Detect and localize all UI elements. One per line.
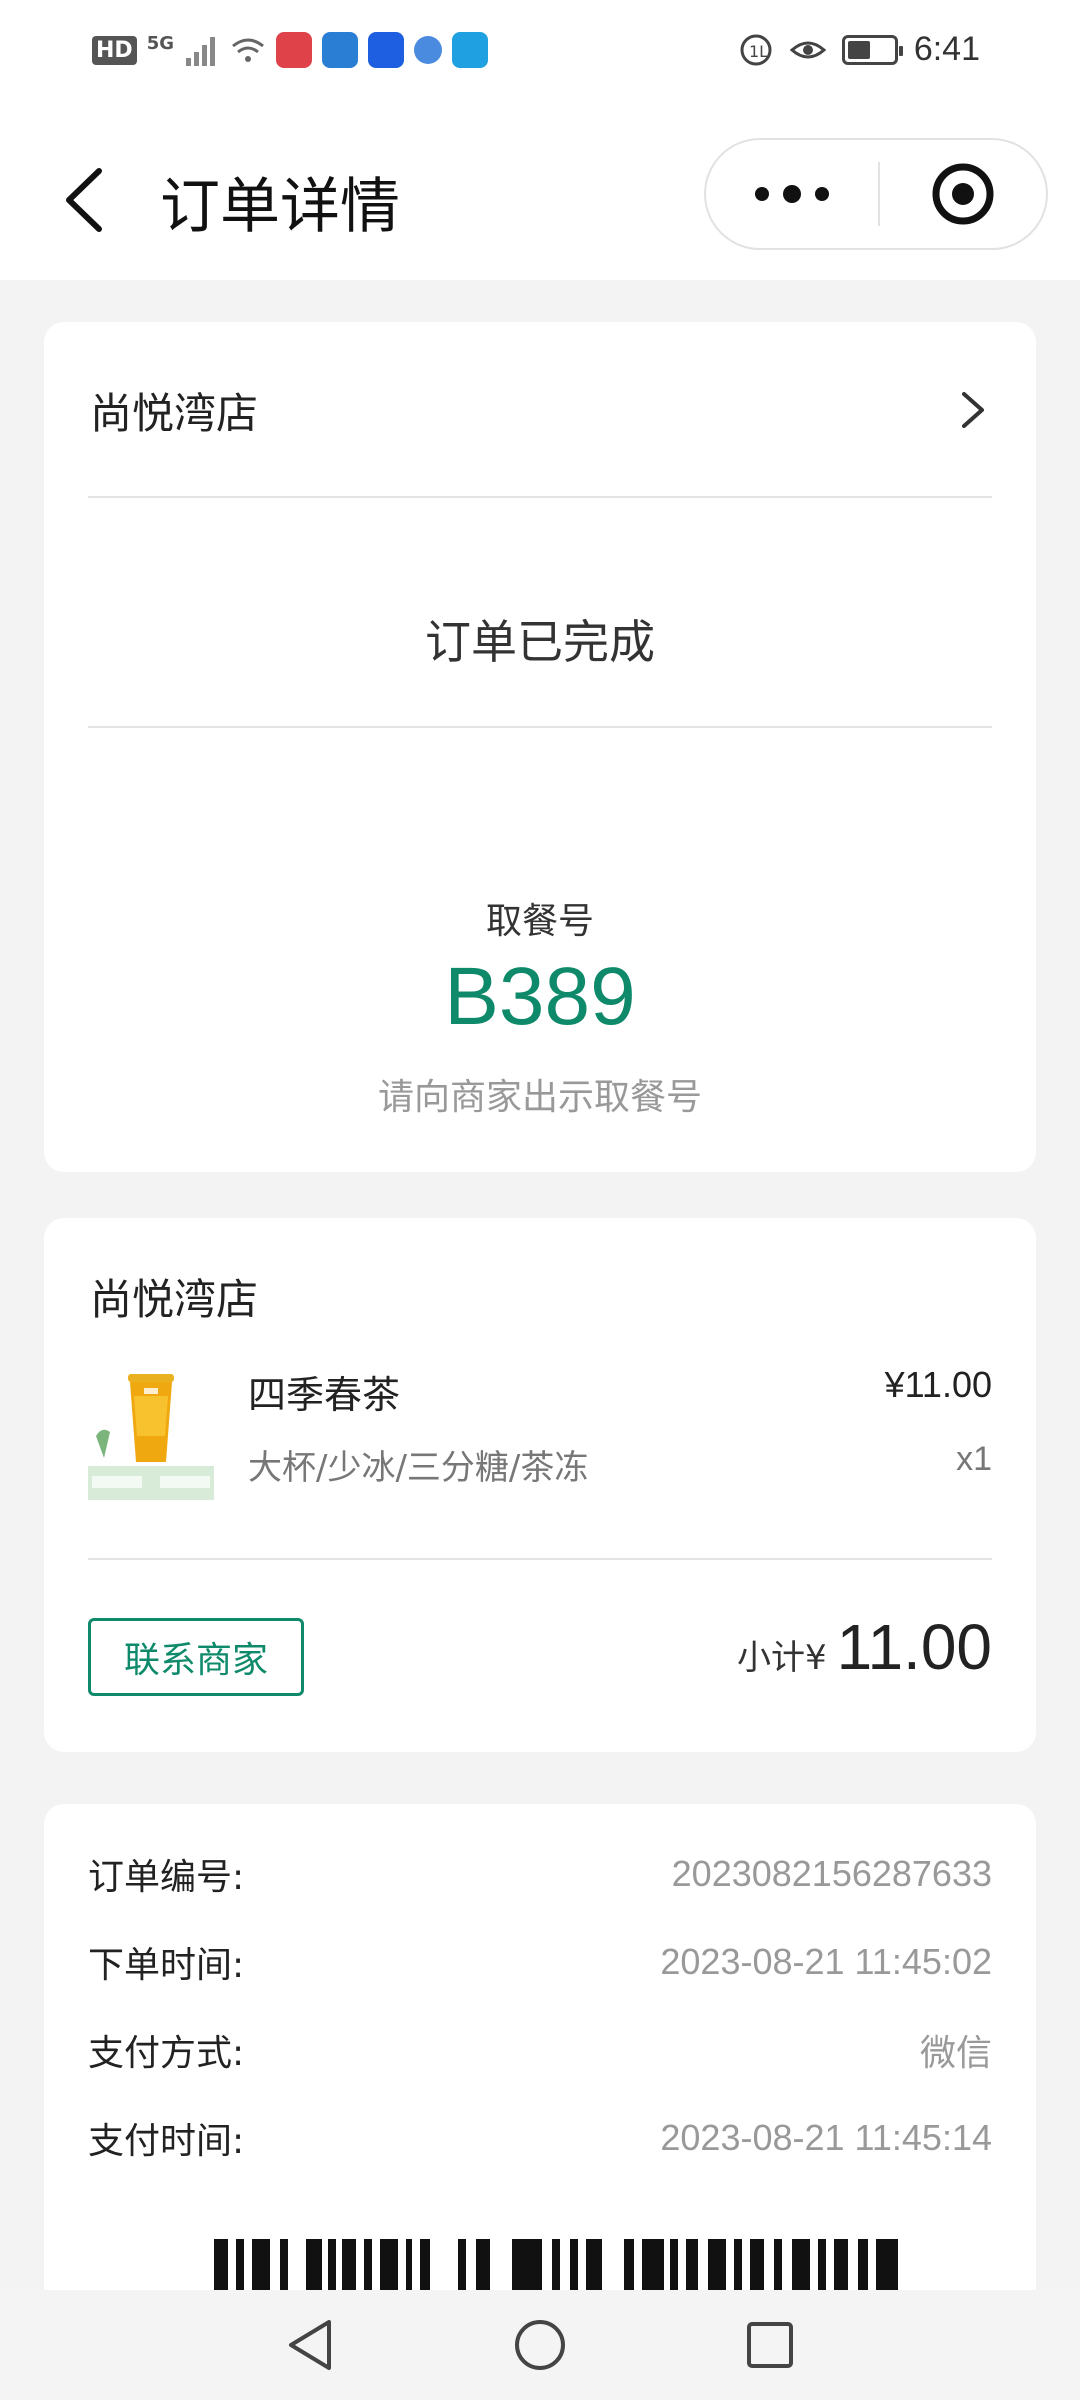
weather-app-icon — [322, 32, 358, 68]
divider — [88, 1558, 992, 1560]
order-time-value: 2023-08-21 11:45:02 — [660, 1941, 992, 1982]
pickup-label: 取餐号 — [485, 901, 594, 942]
order-items-card: 尚悦湾店 四季春茶 ¥11.00 大杯/少冰/三分糖/茶冻 x1 联系商家 小计… — [44, 1218, 1036, 1752]
subtotal-label: 小计¥ — [736, 1638, 827, 1678]
order-number-value: 2023082156287633 — [671, 1853, 992, 1894]
info-label: 下单时间: — [88, 1945, 245, 1986]
nav-recents-icon — [747, 2322, 793, 2368]
more-dots-icon-center — [783, 185, 801, 203]
clock: 6:41 — [913, 30, 980, 68]
order-status-card: 尚悦湾店 订单已完成 取餐号 B389 请向商家出示取餐号 — [44, 322, 1036, 1172]
svg-text:1L: 1L — [749, 42, 768, 61]
edge-app-icon — [452, 32, 488, 68]
app-notification-icon — [276, 32, 312, 68]
nav-recents-button[interactable] — [735, 2310, 805, 2380]
close-button[interactable] — [880, 140, 1046, 248]
nav-back-icon — [289, 2320, 331, 2370]
product-price: ¥11.00 — [884, 1364, 992, 1405]
nav-back-button[interactable] — [275, 2310, 345, 2380]
close-circle-icon — [932, 163, 994, 225]
subtotal-value: 11.00 — [836, 1611, 992, 1683]
mini-program-capsule — [704, 138, 1048, 250]
contact-merchant-button[interactable]: 联系商家 — [88, 1618, 304, 1696]
more-dots-icon-right — [815, 187, 829, 201]
system-navigation-bar — [0, 2290, 1080, 2400]
payment-method-value: 微信 — [919, 2032, 992, 2073]
subtotal: 小计¥ 11.00 — [737, 1610, 992, 1684]
status-bar-right: 1L 6:41 — [738, 30, 980, 69]
chevron-right-icon — [962, 392, 984, 428]
divider — [88, 496, 992, 498]
signal-icon — [186, 37, 215, 66]
info-row-payment-method: 支付方式: 微信 — [88, 2020, 992, 2080]
product-image — [88, 1366, 214, 1500]
nav-home-button[interactable] — [505, 2310, 575, 2380]
network-type: 5G — [146, 32, 174, 54]
info-label: 支付时间: — [88, 2121, 245, 2162]
hd-indicator: HD — [92, 35, 137, 65]
back-arrow-icon — [66, 168, 102, 232]
store-name: 尚悦湾店 — [90, 388, 259, 438]
store-row[interactable]: 尚悦湾店 — [44, 322, 1036, 498]
divider — [88, 726, 992, 728]
product-name: 四季春茶 — [248, 1373, 401, 1417]
info-row-payment-time: 支付时间: 2023-08-21 11:45:14 — [88, 2108, 992, 2168]
product-quantity: x1 — [956, 1440, 992, 1478]
items-store-name: 尚悦湾店 — [90, 1275, 259, 1324]
more-dots-icon — [755, 187, 769, 201]
wifi-icon — [232, 38, 264, 62]
bulb-app-icon — [368, 32, 404, 68]
pickup-number: B389 — [444, 951, 636, 1042]
eye-comfort-icon — [789, 41, 826, 58]
back-button[interactable] — [48, 160, 118, 240]
more-button[interactable] — [706, 140, 878, 248]
product-spec: 大杯/少冰/三分糖/茶冻 — [248, 1448, 589, 1488]
page-title: 订单详情 — [160, 172, 400, 242]
payment-time-value: 2023-08-21 11:45:14 — [660, 2117, 992, 2158]
pickup-hint: 请向商家出示取餐号 — [377, 1077, 702, 1118]
data-saver-icon: 1L — [740, 34, 772, 65]
nav-bar: 订单详情 — [0, 110, 1080, 280]
nav-home-icon — [515, 2320, 565, 2370]
order-status: 订单已完成 — [425, 615, 655, 669]
info-row-order-number: 订单编号: 2023082156287633 — [88, 1844, 992, 1904]
info-label: 订单编号: — [88, 1857, 245, 1898]
tea-cup-image — [88, 1374, 214, 1500]
battery-icon — [841, 34, 903, 65]
info-label: 支付方式: — [88, 2033, 245, 2074]
status-bar-left: HD 5G — [92, 32, 488, 68]
browser-app-icon — [414, 36, 442, 64]
info-row-order-time: 下单时间: 2023-08-21 11:45:02 — [88, 1932, 992, 1992]
status-bar: HD 5G 1L 6:41 — [0, 0, 1080, 110]
